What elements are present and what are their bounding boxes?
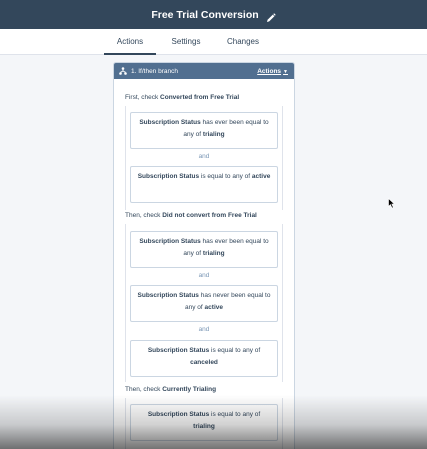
- condition-property: Subscription Status: [147, 347, 210, 354]
- condition-card[interactable]: Subscription Status is equal to any of t…: [130, 404, 278, 441]
- condition-property: Subscription Status: [139, 119, 201, 126]
- branch-name: Did not convert from Free Trial: [162, 212, 257, 219]
- pencil-icon[interactable]: [266, 10, 276, 22]
- branch-heading: Then, check Did not convert from Free Tr…: [125, 212, 257, 219]
- caret-down-icon: ▼: [283, 68, 288, 75]
- top-bar: Free Trial Conversion: [0, 0, 427, 29]
- branch-name: Converted from Free Trial: [160, 94, 240, 101]
- card-header: 1. If/then branch Actions ▼: [114, 63, 294, 79]
- card-title: 1. If/then branch: [131, 67, 178, 75]
- mouse-cursor-icon: [388, 198, 396, 209]
- branch-prefix: Then, check: [125, 386, 161, 393]
- condition-value: canceled: [190, 359, 218, 366]
- condition-card[interactable]: Subscription Status is equal to any of a…: [130, 166, 278, 203]
- tab-changes[interactable]: Changes: [220, 29, 266, 55]
- branch-heading: First, check Converted from Free Trial: [125, 94, 239, 101]
- condition-value: trialing: [202, 131, 225, 138]
- branch-icon: [119, 67, 127, 75]
- and-joiner: and: [198, 272, 210, 279]
- condition-value: active: [251, 173, 271, 180]
- branch-prefix: First, check: [125, 94, 159, 101]
- card-actions-label: Actions: [257, 67, 282, 75]
- condition-value: trialing: [193, 423, 215, 430]
- condition-card[interactable]: Subscription Status is equal to any of c…: [130, 340, 278, 377]
- condition-property: Subscription Status: [137, 173, 200, 180]
- card-actions-menu[interactable]: Actions ▼: [257, 68, 288, 75]
- condition-value: trialing: [202, 250, 225, 257]
- workflow-title[interactable]: Free Trial Conversion: [151, 9, 258, 21]
- and-joiner: and: [198, 153, 210, 160]
- branch-heading: Then, check Currently Trialing: [125, 386, 216, 393]
- condition-property: Subscription Status: [137, 292, 199, 299]
- condition-property: Subscription Status: [147, 411, 210, 418]
- condition-operator: is equal to any of: [211, 411, 261, 418]
- tab-actions[interactable]: Actions: [104, 29, 156, 55]
- and-joiner: and: [198, 326, 210, 333]
- branch-name: Currently Trialing: [162, 386, 217, 393]
- tab-bar: Actions Settings Changes: [0, 29, 427, 55]
- branch-prefix: Then, check: [125, 212, 161, 219]
- tab-settings[interactable]: Settings: [163, 29, 209, 55]
- condition-card[interactable]: Subscription Status has ever been equal …: [130, 112, 278, 149]
- condition-card[interactable]: Subscription Status has never been equal…: [130, 285, 278, 322]
- condition-operator: is equal to any of: [200, 173, 251, 180]
- condition-property: Subscription Status: [139, 238, 201, 245]
- condition-card[interactable]: Subscription Status has ever been equal …: [130, 231, 278, 268]
- condition-value: active: [204, 304, 223, 311]
- condition-operator: is equal to any of: [211, 347, 261, 354]
